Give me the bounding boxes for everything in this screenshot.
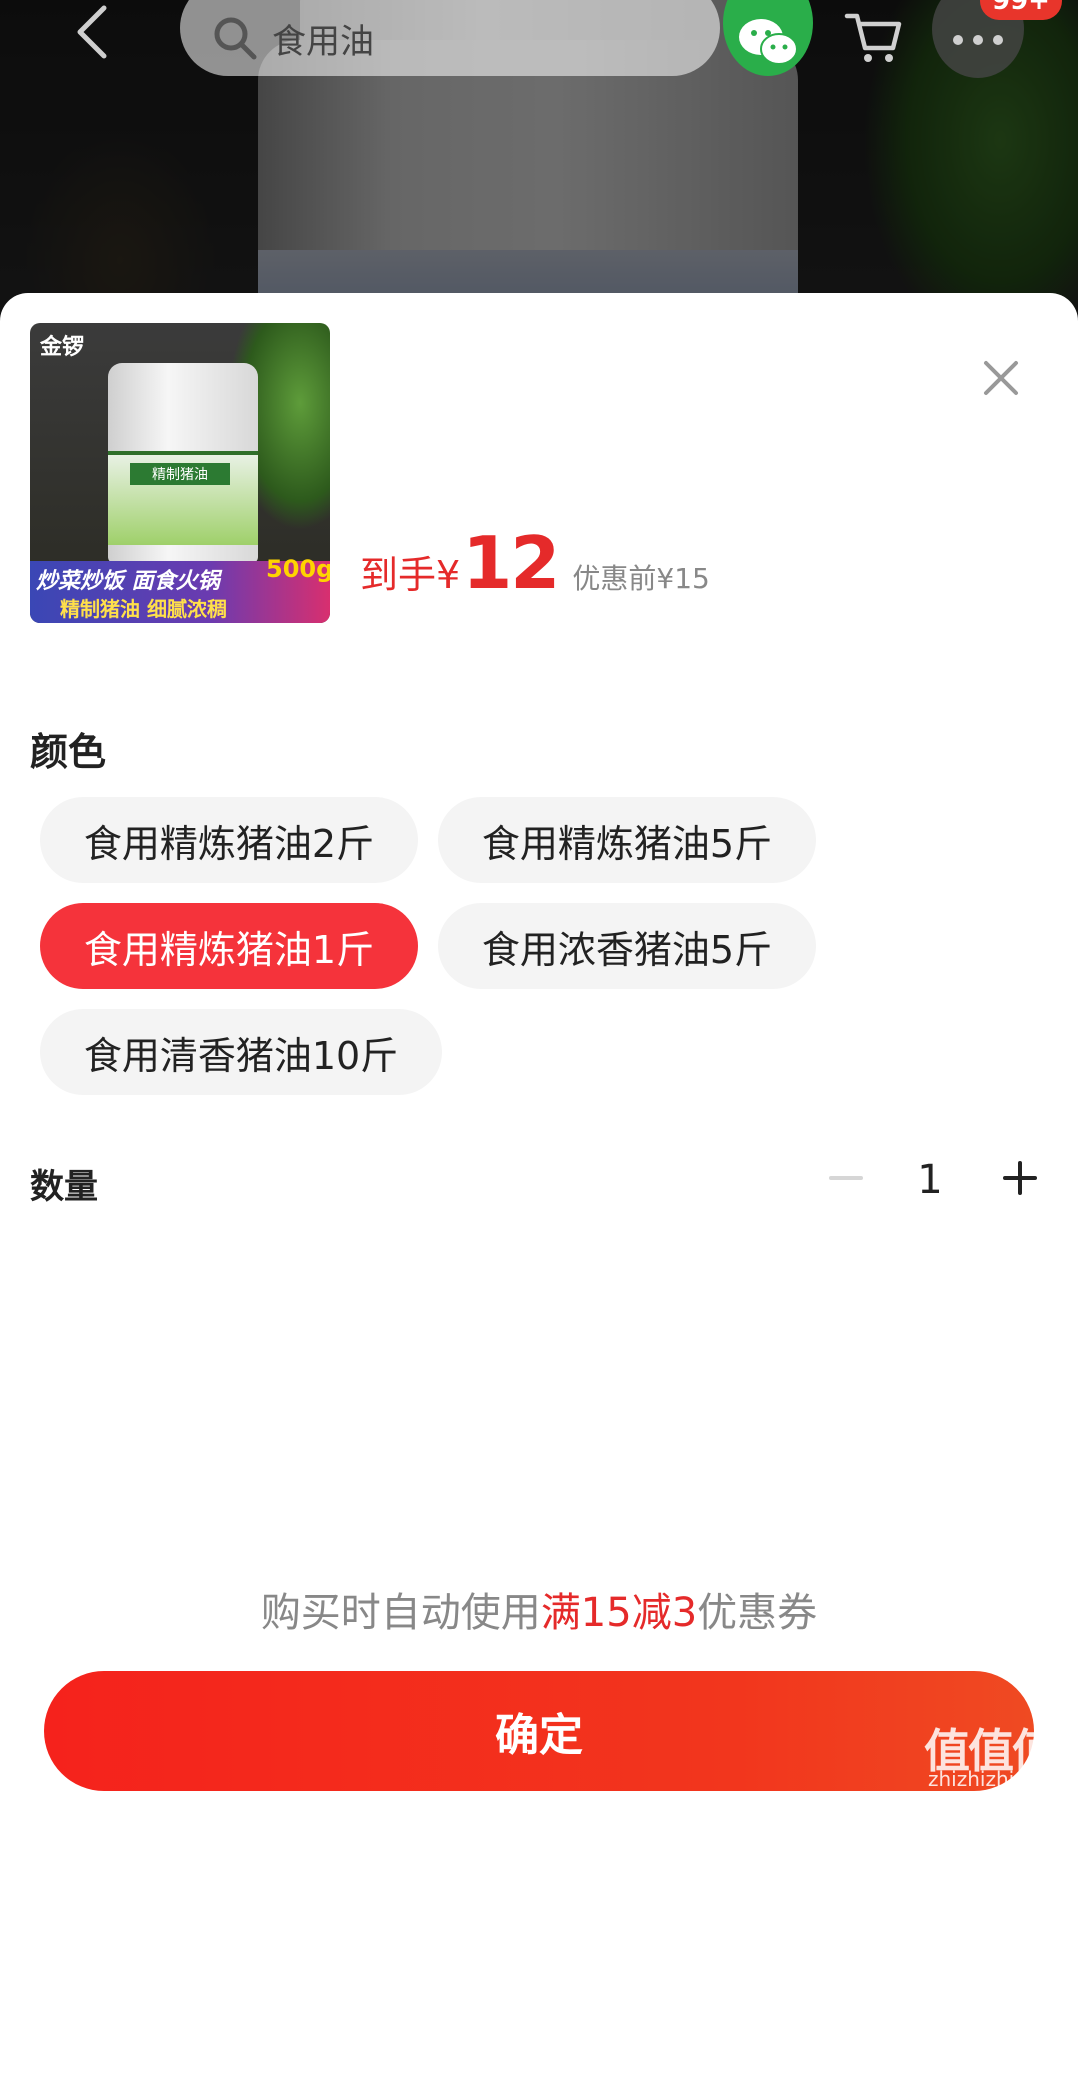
wechat-share-button[interactable] — [723, 0, 813, 76]
thumbnail-banner-line2: 精制猪油 细腻浓稠 — [60, 597, 227, 621]
coupon-note-highlight: 满15减3 — [540, 1590, 698, 1636]
sku-option[interactable]: 食用精炼猪油5斤 — [438, 797, 816, 883]
thumbnail-banner-line1: 炒菜炒饭 面食火锅 — [36, 569, 220, 594]
back-button[interactable] — [62, 2, 122, 62]
sku-option-label: 食用精炼猪油5斤 — [481, 821, 773, 866]
coupon-note-suffix: 优惠券 — [697, 1590, 818, 1636]
close-button[interactable] — [976, 353, 1026, 403]
watermark-url: zhizhizhi.com — [928, 1767, 1064, 1791]
sku-option[interactable]: 食用精炼猪油2斤 — [40, 797, 418, 883]
price-prefix: 到手¥ — [360, 553, 461, 597]
quantity-increment-button[interactable] — [990, 1143, 1050, 1213]
close-icon — [984, 361, 1018, 395]
price-before-discount: 优惠前¥15 — [572, 562, 710, 595]
sku-option-label: 食用浓香猪油5斤 — [481, 927, 773, 972]
coupon-note: 购买时自动使用满15减3优惠券 — [0, 1580, 1078, 1638]
confirm-button-label: 确定 — [495, 1710, 583, 1761]
wechat-icon — [739, 19, 798, 65]
product-thumbnail[interactable]: 金锣 精制猪油 炒菜炒饭 面食火锅 500g 精制猪油 细腻浓稠 — [30, 323, 330, 623]
coupon-note-prefix: 购买时自动使用 — [260, 1590, 541, 1636]
sku-option[interactable]: 食用清香猪油10斤 — [40, 1009, 442, 1095]
minus-icon — [829, 1176, 863, 1180]
price-row: 到手¥ 12 优惠前¥15 — [360, 521, 710, 605]
sku-option-selected[interactable]: 食用精炼猪油1斤 — [40, 903, 418, 989]
confirm-button[interactable]: 确定 — [44, 1671, 1034, 1791]
cart-button[interactable] — [828, 0, 918, 76]
cart-icon — [844, 13, 902, 62]
price-value: 12 — [462, 521, 560, 605]
quantity-value[interactable]: 1 — [900, 1145, 960, 1215]
sku-selection-sheet: 金锣 精制猪油 炒菜炒饭 面食火锅 500g 精制猪油 细腻浓稠 到手¥ 12 … — [0, 293, 1078, 2091]
search-bar[interactable]: 食用油 — [180, 0, 720, 76]
screen: 食用油 99+ 金锣 精制猪油 炒菜炒饭 面食火锅 500g 精制猪油 细腻浓稠… — [0, 0, 1078, 2091]
brand-logo: 金锣 — [40, 335, 85, 360]
quantity-decrement-button[interactable] — [816, 1143, 876, 1213]
color-section-title: 颜色 — [30, 730, 107, 774]
search-query-text: 食用油 — [272, 21, 374, 62]
sku-option-label: 食用清香猪油10斤 — [83, 1033, 399, 1078]
top-nav-bar: 食用油 99+ — [0, 0, 1078, 80]
thumbnail-banner-weight: 500g — [266, 555, 330, 583]
plus-icon — [1003, 1161, 1037, 1195]
sku-option[interactable]: 食用浓香猪油5斤 — [438, 903, 816, 989]
thumbnail-jar-title: 精制猪油 — [130, 463, 230, 485]
sku-option-label: 食用精炼猪油2斤 — [83, 821, 375, 866]
sku-option-label: 食用精炼猪油1斤 — [83, 927, 375, 972]
notification-badge: 99+ — [980, 0, 1062, 20]
back-arrow-icon — [77, 5, 107, 59]
more-icon — [953, 35, 1003, 45]
search-icon — [214, 17, 257, 60]
quantity-label: 数量 — [30, 1167, 98, 1207]
